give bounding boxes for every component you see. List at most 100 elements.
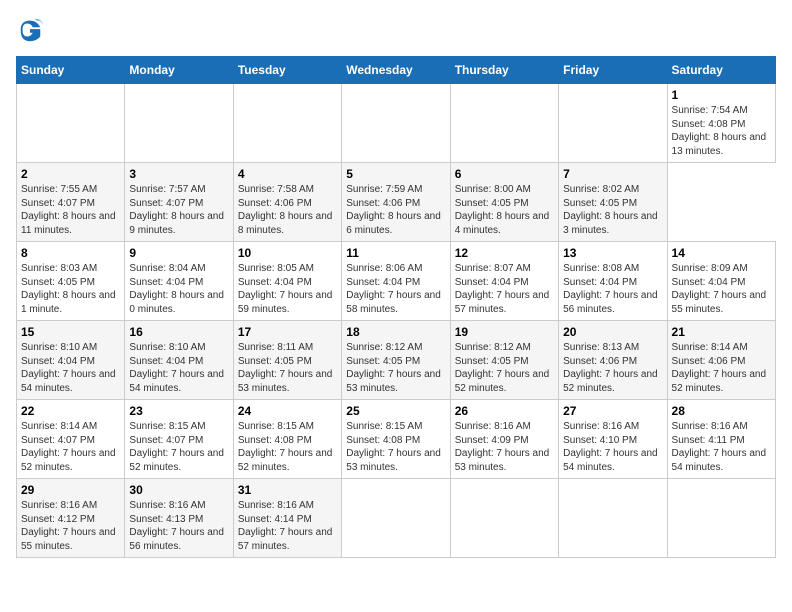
day-number: 28 <box>672 404 771 418</box>
day-info: Sunrise: 8:08 AM Sunset: 4:04 PM Dayligh… <box>563 262 662 316</box>
day-number: 29 <box>21 483 120 497</box>
day-info: Sunrise: 8:15 AM Sunset: 4:08 PM Dayligh… <box>238 420 337 474</box>
day-info: Sunrise: 8:05 AM Sunset: 4:04 PM Dayligh… <box>238 262 337 316</box>
calendar-table: SundayMondayTuesdayWednesdayThursdayFrid… <box>16 56 776 558</box>
day-number: 3 <box>129 167 228 181</box>
day-cell: 20 Sunrise: 8:13 AM Sunset: 4:06 PM Dayli… <box>559 321 667 400</box>
empty-day-cell <box>559 84 667 163</box>
calendar-week-row: 22 Sunrise: 8:14 AM Sunset: 4:07 PM Dayli… <box>17 400 776 479</box>
day-info: Sunrise: 8:00 AM Sunset: 4:05 PM Dayligh… <box>455 183 554 237</box>
day-info: Sunrise: 8:16 AM Sunset: 4:09 PM Dayligh… <box>455 420 554 474</box>
day-number: 18 <box>346 325 445 339</box>
day-number: 11 <box>346 246 445 260</box>
day-number: 14 <box>672 246 771 260</box>
day-number: 6 <box>455 167 554 181</box>
day-info: Sunrise: 8:11 AM Sunset: 4:05 PM Dayligh… <box>238 341 337 395</box>
column-header-monday: Monday <box>125 57 233 84</box>
day-info: Sunrise: 8:14 AM Sunset: 4:06 PM Dayligh… <box>672 341 771 395</box>
day-number: 30 <box>129 483 228 497</box>
logo-icon <box>16 16 44 44</box>
calendar-week-row: 15Sunrise: 8:10 AM Sunset: 4:04 PM Dayli… <box>17 321 776 400</box>
day-info: Sunrise: 7:57 AM Sunset: 4:07 PM Dayligh… <box>129 183 228 237</box>
day-number: 8 <box>21 246 120 260</box>
day-info: Sunrise: 8:12 AM Sunset: 4:05 PM Dayligh… <box>346 341 445 395</box>
day-number: 22 <box>21 404 120 418</box>
day-number: 4 <box>238 167 337 181</box>
calendar-week-row: 29 Sunrise: 8:16 AM Sunset: 4:12 PM Dayli… <box>17 479 776 558</box>
day-cell: 12 Sunrise: 8:07 AM Sunset: 4:04 PM Dayli… <box>450 242 558 321</box>
day-cell: 1 Sunrise: 7:54 AM Sunset: 4:08 PM Daylig… <box>667 84 775 163</box>
day-info: Sunrise: 8:12 AM Sunset: 4:05 PM Dayligh… <box>455 341 554 395</box>
day-info: Sunrise: 8:10 AM Sunset: 4:04 PM Dayligh… <box>21 341 120 395</box>
day-cell: 31 Sunrise: 8:16 AM Sunset: 4:14 PM Dayli… <box>233 479 341 558</box>
day-number: 1 <box>672 88 771 102</box>
day-number: 25 <box>346 404 445 418</box>
day-cell: 28 Sunrise: 8:16 AM Sunset: 4:11 PM Dayli… <box>667 400 775 479</box>
day-number: 7 <box>563 167 662 181</box>
day-cell: 4Sunrise: 7:58 AM Sunset: 4:06 PM Daylig… <box>233 163 341 242</box>
day-cell: 9 Sunrise: 8:04 AM Sunset: 4:04 PM Daylig… <box>125 242 233 321</box>
day-number: 27 <box>563 404 662 418</box>
calendar-week-row: 1 Sunrise: 7:54 AM Sunset: 4:08 PM Daylig… <box>17 84 776 163</box>
day-info: Sunrise: 8:16 AM Sunset: 4:12 PM Dayligh… <box>21 499 120 553</box>
day-cell: 11 Sunrise: 8:06 AM Sunset: 4:04 PM Dayli… <box>342 242 450 321</box>
day-cell: 5Sunrise: 7:59 AM Sunset: 4:06 PM Daylig… <box>342 163 450 242</box>
day-info: Sunrise: 7:54 AM Sunset: 4:08 PM Dayligh… <box>672 104 771 158</box>
day-cell: 16Sunrise: 8:10 AM Sunset: 4:04 PM Dayli… <box>125 321 233 400</box>
day-info: Sunrise: 8:14 AM Sunset: 4:07 PM Dayligh… <box>21 420 120 474</box>
empty-day-cell <box>342 479 450 558</box>
logo <box>16 16 48 44</box>
day-cell: 17 Sunrise: 8:11 AM Sunset: 4:05 PM Dayli… <box>233 321 341 400</box>
day-cell: 22 Sunrise: 8:14 AM Sunset: 4:07 PM Dayli… <box>17 400 125 479</box>
day-info: Sunrise: 8:13 AM Sunset: 4:06 PM Dayligh… <box>563 341 662 395</box>
day-number: 24 <box>238 404 337 418</box>
day-info: Sunrise: 8:04 AM Sunset: 4:04 PM Dayligh… <box>129 262 228 316</box>
day-number: 12 <box>455 246 554 260</box>
day-cell: 3 Sunrise: 7:57 AM Sunset: 4:07 PM Daylig… <box>125 163 233 242</box>
column-header-saturday: Saturday <box>667 57 775 84</box>
day-info: Sunrise: 8:07 AM Sunset: 4:04 PM Dayligh… <box>455 262 554 316</box>
empty-day-cell <box>342 84 450 163</box>
calendar-week-row: 8 Sunrise: 8:03 AM Sunset: 4:05 PM Daylig… <box>17 242 776 321</box>
day-cell: 21 Sunrise: 8:14 AM Sunset: 4:06 PM Dayli… <box>667 321 775 400</box>
day-cell: 26Sunrise: 8:16 AM Sunset: 4:09 PM Dayli… <box>450 400 558 479</box>
day-cell: 18 Sunrise: 8:12 AM Sunset: 4:05 PM Dayli… <box>342 321 450 400</box>
day-number: 10 <box>238 246 337 260</box>
day-number: 23 <box>129 404 228 418</box>
day-number: 20 <box>563 325 662 339</box>
day-info: Sunrise: 7:59 AM Sunset: 4:06 PM Dayligh… <box>346 183 445 237</box>
calendar-week-row: 2Sunrise: 7:55 AM Sunset: 4:07 PM Daylig… <box>17 163 776 242</box>
empty-day-cell <box>125 84 233 163</box>
day-cell: 24 Sunrise: 8:15 AM Sunset: 4:08 PM Dayli… <box>233 400 341 479</box>
empty-day-cell <box>667 479 775 558</box>
day-cell: 13 Sunrise: 8:08 AM Sunset: 4:04 PM Dayli… <box>559 242 667 321</box>
day-info: Sunrise: 8:16 AM Sunset: 4:13 PM Dayligh… <box>129 499 228 553</box>
day-number: 17 <box>238 325 337 339</box>
day-cell: 30 Sunrise: 8:16 AM Sunset: 4:13 PM Dayli… <box>125 479 233 558</box>
day-cell: 7 Sunrise: 8:02 AM Sunset: 4:05 PM Daylig… <box>559 163 667 242</box>
column-header-tuesday: Tuesday <box>233 57 341 84</box>
empty-day-cell <box>233 84 341 163</box>
day-info: Sunrise: 8:16 AM Sunset: 4:14 PM Dayligh… <box>238 499 337 553</box>
day-number: 21 <box>672 325 771 339</box>
day-info: Sunrise: 8:06 AM Sunset: 4:04 PM Dayligh… <box>346 262 445 316</box>
day-number: 31 <box>238 483 337 497</box>
day-number: 13 <box>563 246 662 260</box>
day-info: Sunrise: 8:16 AM Sunset: 4:11 PM Dayligh… <box>672 420 771 474</box>
day-number: 2 <box>21 167 120 181</box>
empty-day-cell <box>17 84 125 163</box>
day-info: Sunrise: 8:03 AM Sunset: 4:05 PM Dayligh… <box>21 262 120 316</box>
day-info: Sunrise: 8:15 AM Sunset: 4:08 PM Dayligh… <box>346 420 445 474</box>
day-cell: 10 Sunrise: 8:05 AM Sunset: 4:04 PM Dayli… <box>233 242 341 321</box>
day-cell: 25 Sunrise: 8:15 AM Sunset: 4:08 PM Dayli… <box>342 400 450 479</box>
column-header-wednesday: Wednesday <box>342 57 450 84</box>
day-number: 9 <box>129 246 228 260</box>
page-header <box>16 16 776 44</box>
day-cell: 23Sunrise: 8:15 AM Sunset: 4:07 PM Dayli… <box>125 400 233 479</box>
day-cell: 15Sunrise: 8:10 AM Sunset: 4:04 PM Dayli… <box>17 321 125 400</box>
day-number: 19 <box>455 325 554 339</box>
day-info: Sunrise: 8:02 AM Sunset: 4:05 PM Dayligh… <box>563 183 662 237</box>
day-cell: 27Sunrise: 8:16 AM Sunset: 4:10 PM Dayli… <box>559 400 667 479</box>
column-header-sunday: Sunday <box>17 57 125 84</box>
empty-day-cell <box>450 479 558 558</box>
